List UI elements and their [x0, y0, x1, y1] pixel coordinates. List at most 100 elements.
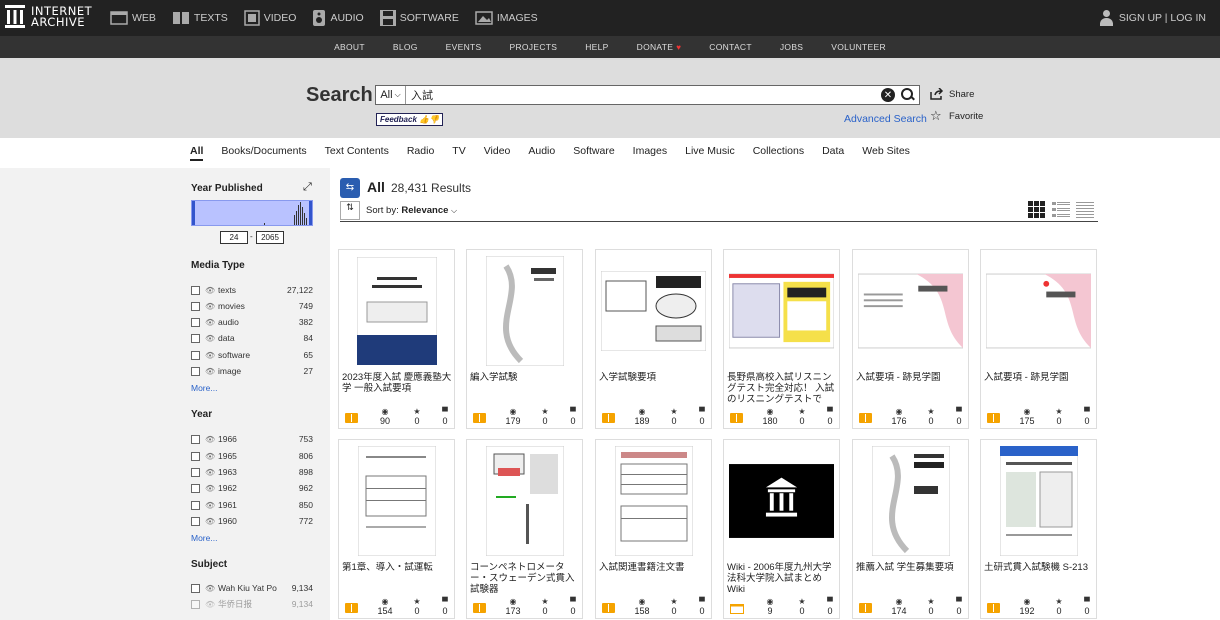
- nav-projects[interactable]: PROJECTS: [509, 42, 557, 52]
- nav-volunteer[interactable]: VOLUNTEER: [831, 42, 886, 52]
- tab-books-documents[interactable]: Books/Documents: [221, 145, 306, 161]
- result-tile[interactable]: 2023年度入試 慶應義塾大学 一般入試要項 ◉ 90 ★ 0 ▀ 0: [338, 249, 455, 429]
- facet-media-data[interactable]: 👁 data 84: [191, 332, 313, 344]
- search-scope-select[interactable]: All ⌵: [376, 86, 406, 104]
- sort-direction-button[interactable]: ⇅: [340, 201, 360, 220]
- eye-icon[interactable]: 👁: [205, 351, 215, 360]
- result-tile[interactable]: 土研式貫入試験機 S-213 ◉ 192 ★ 0 ▀ 0: [980, 439, 1097, 619]
- eye-icon[interactable]: 👁: [205, 452, 215, 461]
- result-title[interactable]: 2023年度入試 慶應義塾大学 一般入試要項: [342, 372, 452, 408]
- nav-images[interactable]: IMAGES: [475, 11, 538, 25]
- nav-contact[interactable]: CONTACT: [709, 42, 752, 52]
- archive-logo[interactable]: INTERNET ARCHIVE: [5, 5, 92, 29]
- tab-software[interactable]: Software: [573, 145, 614, 161]
- facet-year-1960[interactable]: 👁 1960 772: [191, 515, 313, 527]
- eye-icon[interactable]: 👁: [205, 435, 215, 444]
- favorite-button[interactable]: ☆ Favorite: [930, 108, 983, 124]
- result-title[interactable]: 編入学試験: [470, 372, 580, 408]
- result-thumbnail[interactable]: [986, 446, 1091, 556]
- tab-web-sites[interactable]: Web Sites: [862, 145, 910, 161]
- eye-icon[interactable]: 👁: [205, 468, 215, 477]
- result-tile[interactable]: 入学試験要項 ◉ 189 ★ 0 ▀ 0: [595, 249, 712, 429]
- clear-search-icon[interactable]: ✕: [881, 88, 895, 102]
- toggle-facets-button[interactable]: ⇆: [340, 178, 360, 198]
- nav-events[interactable]: EVENTS: [446, 42, 482, 52]
- tab-live-music[interactable]: Live Music: [685, 145, 735, 161]
- facet-checkbox[interactable]: [191, 483, 200, 493]
- list-detail-view-icon[interactable]: [1052, 200, 1070, 218]
- sort-by-control[interactable]: Sort by: Relevance ⌵: [366, 205, 457, 216]
- nav-blog[interactable]: BLOG: [393, 42, 418, 52]
- result-tile[interactable]: 入試要項 - 跡見学園 ◉ 175 ★ 0 ▀ 0: [980, 249, 1097, 429]
- tab-audio[interactable]: Audio: [528, 145, 555, 161]
- tab-data[interactable]: Data: [822, 145, 844, 161]
- signup-login-link[interactable]: SIGN UP | LOG IN: [1119, 12, 1206, 24]
- eye-icon[interactable]: 👁: [205, 318, 215, 327]
- account-links[interactable]: SIGN UP | LOG IN: [1099, 0, 1206, 36]
- result-thumbnail[interactable]: [344, 446, 449, 556]
- facet-media-image[interactable]: 👁 image 27: [191, 365, 313, 377]
- facet-checkbox[interactable]: [191, 317, 200, 327]
- search-icon[interactable]: [901, 88, 915, 102]
- result-thumbnail[interactable]: [344, 256, 449, 366]
- facet-checkbox[interactable]: [191, 285, 200, 295]
- result-tile[interactable]: 編入学試験 ◉ 179 ★ 0 ▀ 0: [466, 249, 583, 429]
- nav-audio[interactable]: AUDIO: [312, 10, 364, 26]
- result-thumbnail[interactable]: [472, 446, 577, 556]
- eye-icon[interactable]: 👁: [205, 584, 215, 593]
- facet-checkbox[interactable]: [191, 500, 200, 510]
- result-thumbnail[interactable]: [986, 256, 1091, 366]
- eye-icon[interactable]: 👁: [205, 367, 215, 376]
- facet-year-1965[interactable]: 👁 1965 806: [191, 450, 313, 462]
- result-title[interactable]: 入学試験要項: [599, 372, 709, 408]
- expand-icon[interactable]: ⤢: [303, 181, 312, 194]
- facet-checkbox[interactable]: [191, 599, 200, 609]
- eye-icon[interactable]: 👁: [205, 286, 215, 295]
- tab-radio[interactable]: Radio: [407, 145, 434, 161]
- result-thumbnail[interactable]: [858, 256, 963, 366]
- grid-view-icon[interactable]: [1028, 200, 1046, 218]
- facet-checkbox[interactable]: [191, 467, 200, 477]
- eye-icon[interactable]: 👁: [205, 484, 215, 493]
- tab-images[interactable]: Images: [633, 145, 667, 161]
- nav-about[interactable]: ABOUT: [334, 42, 365, 52]
- result-title[interactable]: 推薦入試 学生募集要項: [856, 562, 966, 598]
- nav-help[interactable]: HELP: [585, 42, 608, 52]
- facet-checkbox[interactable]: [191, 350, 200, 360]
- result-title[interactable]: 入試関連書籍注文書: [599, 562, 709, 598]
- feedback-button[interactable]: Feedback 👍👎: [376, 113, 444, 126]
- facet-year-1961[interactable]: 👁 1961 850: [191, 499, 313, 511]
- result-title[interactable]: Wiki - 2006年度九州大学法科大学院入試まとめWiki: [727, 562, 837, 598]
- facet-checkbox[interactable]: [191, 301, 200, 311]
- eye-icon[interactable]: 👁: [205, 501, 215, 510]
- tab-tv[interactable]: TV: [452, 145, 465, 161]
- search-input[interactable]: [406, 86, 881, 104]
- eye-icon[interactable]: 👁: [205, 302, 215, 311]
- result-tile[interactable]: 第1章、導入・試運転 ◉ 154 ★ 0 ▀ 0: [338, 439, 455, 619]
- facet-subject-huaqiao-ribao[interactable]: 👁 华侨日报 9,134: [191, 598, 313, 610]
- share-button[interactable]: Share: [930, 88, 974, 100]
- facet-media-movies[interactable]: 👁 movies 749: [191, 300, 313, 312]
- year-more-link[interactable]: More...: [191, 533, 217, 543]
- facet-checkbox[interactable]: [191, 366, 200, 376]
- facet-checkbox[interactable]: [191, 583, 200, 593]
- result-title[interactable]: コーンペネトロメーター・スウェーデン式貫入試験器: [470, 562, 580, 598]
- result-thumbnail[interactable]: [472, 256, 577, 366]
- tab-video[interactable]: Video: [484, 145, 511, 161]
- result-thumbnail[interactable]: [729, 256, 834, 366]
- year-from-input[interactable]: 24: [220, 231, 248, 244]
- result-tile[interactable]: 推薦入試 学生募集要項 ◉ 174 ★ 0 ▀ 0: [852, 439, 969, 619]
- nav-web[interactable]: WEB: [110, 11, 156, 25]
- result-title[interactable]: 長野県高校入試リスニングテスト完全対応！ 入試のリスニングテストで: [727, 372, 837, 408]
- result-thumbnail[interactable]: [858, 446, 963, 556]
- nav-texts[interactable]: TEXTS: [172, 11, 228, 25]
- nav-donate[interactable]: DONATE ♥: [637, 42, 682, 52]
- facet-year-1963[interactable]: 👁 1963 898: [191, 466, 313, 478]
- result-thumbnail[interactable]: [601, 446, 706, 556]
- facet-checkbox[interactable]: [191, 434, 200, 444]
- result-tile[interactable]: 入試要項 - 跡見学園 ◉ 176 ★ 0 ▀ 0: [852, 249, 969, 429]
- tab-text-contents[interactable]: Text Contents: [325, 145, 389, 161]
- result-thumbnail[interactable]: [601, 256, 706, 366]
- facet-media-software[interactable]: 👁 software 65: [191, 349, 313, 361]
- result-title[interactable]: 第1章、導入・試運転: [342, 562, 452, 598]
